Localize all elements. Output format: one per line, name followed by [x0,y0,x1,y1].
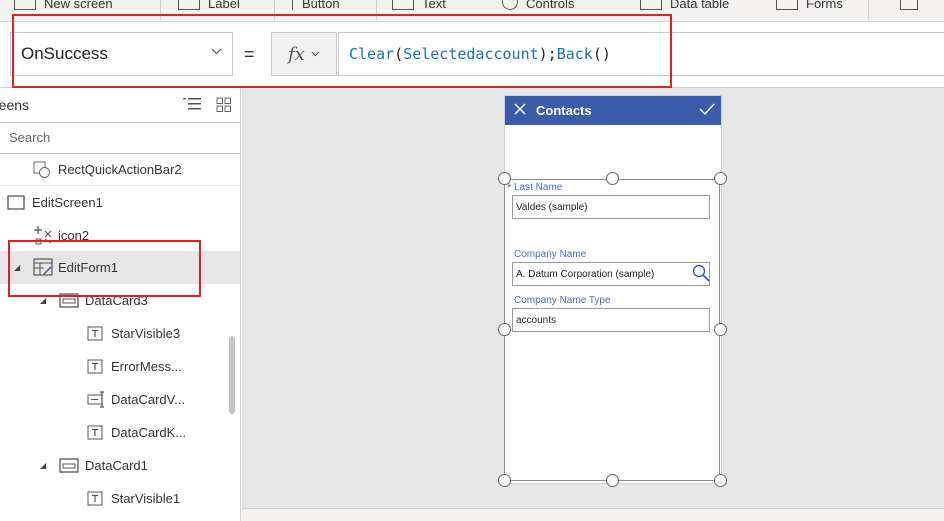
text-icon [392,0,414,10]
pane-title: reens [0,97,30,113]
required-star: * [507,182,512,194]
screen-icon [7,195,25,210]
tree-search-box[interactable] [0,122,240,154]
tree-item-editscreen1[interactable]: EditScreen1 [0,186,240,219]
tree-item-datacardvalue[interactable]: DataCardV... [0,383,240,416]
caret-expanded-icon: ◢ [40,461,47,470]
forms-icon [776,0,798,10]
checkmark-icon[interactable] [699,102,715,116]
tree-item-starvisible1[interactable]: StarVisible1 [0,482,240,515]
label-control-icon [87,326,103,341]
app-header-title: Contacts [536,103,592,118]
field-label-last-name: Last Name [514,182,563,193]
controls-icon [502,0,518,10]
close-icon[interactable] [513,102,527,116]
label-control-icon [87,491,103,506]
label-control-icon [87,359,103,374]
resize-handle[interactable] [498,323,511,336]
tree-item-errormessage[interactable]: ErrorMess... [0,350,240,383]
field-label-company-name: Company Name [514,249,587,260]
resize-handle[interactable] [498,474,511,487]
label-icon [178,0,200,10]
caret-expanded-icon: ◢ [40,296,47,305]
tree-item-starvisible3[interactable]: StarVisible3 [0,317,240,350]
label-control-icon [87,425,103,440]
last-name-input[interactable] [512,195,710,219]
resize-handle[interactable] [714,474,727,487]
ribbon-new-screen[interactable]: New screen [14,0,113,14]
ribbon-controls[interactable]: Controls [502,0,574,14]
text-input-icon [87,391,104,408]
tree-item-datacardkey[interactable]: DataCardK... [0,416,240,449]
tree-item-rectquickactionbar2[interactable]: RectQuickActionBar2 [0,153,240,186]
ribbon-text[interactable]: Text [392,0,446,14]
tree-scrollbar[interactable] [229,336,235,414]
button-icon [292,0,294,10]
company-name-input[interactable] [512,262,710,286]
ribbon-label[interactable]: Label [178,0,240,14]
resize-handle[interactable] [606,474,619,487]
resize-handle[interactable] [714,323,727,336]
grid-view-icon[interactable] [216,97,232,113]
search-icon[interactable] [692,264,710,282]
ribbon-media[interactable] [900,0,918,14]
tree-item-datacard1[interactable]: ◢ DataCard1 [0,449,240,482]
resize-handle[interactable] [714,172,727,185]
tree-view-pane: reens RectQuickActionBar2 EditScreen1 ic… [0,88,241,521]
tree-search-input[interactable] [9,130,229,145]
datacard-icon [59,458,79,473]
ribbon-button[interactable]: Button [292,0,340,14]
new-screen-icon [14,0,36,10]
highlight-editform-box [8,240,201,297]
canvas-status-bar [242,508,944,521]
rectangle-circle-icon [33,161,50,178]
list-view-icon[interactable] [183,97,201,111]
ribbon-data-table[interactable]: Data table [640,0,729,14]
app-header: Contacts [505,96,721,125]
highlight-formula-box [12,14,672,88]
data-table-icon [640,0,662,10]
ribbon-forms[interactable]: Forms [776,0,843,14]
company-name-type-input[interactable] [512,308,710,332]
media-icon [900,0,918,10]
resize-handle[interactable] [606,172,619,185]
ribbon-separator [868,0,869,20]
field-label-company-name-type: Company Name Type [514,295,611,306]
